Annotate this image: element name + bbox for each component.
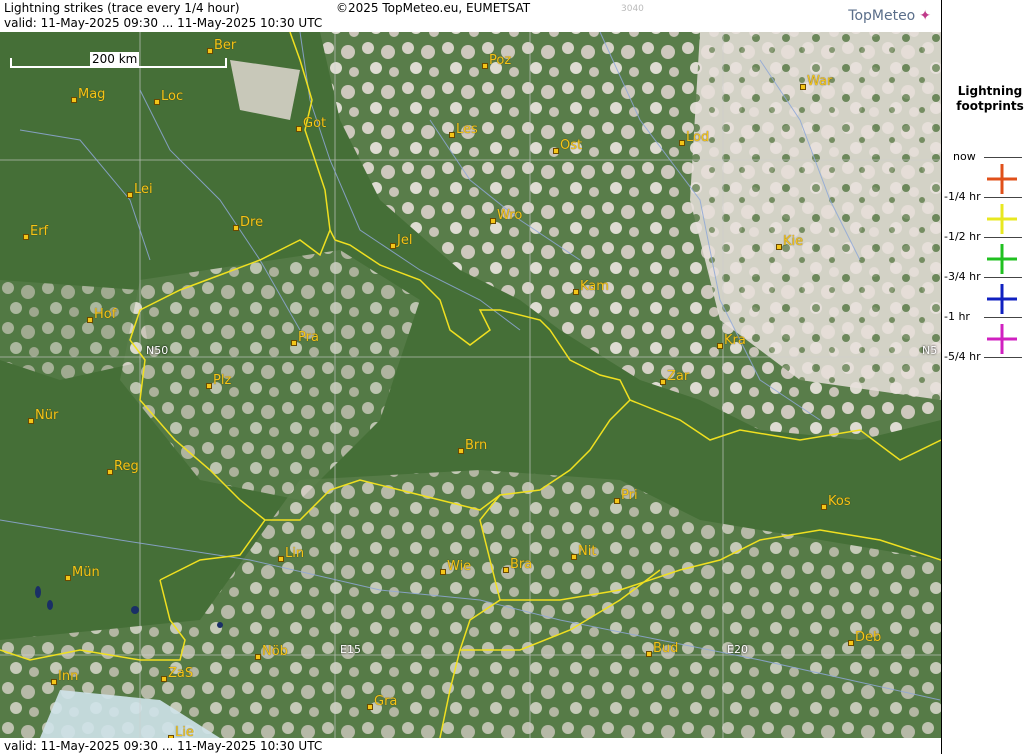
legend-tick (984, 197, 1022, 198)
city-label: Wie (440, 559, 471, 575)
city-label: Les (449, 122, 478, 138)
grid-label-e20: E20 (727, 643, 748, 656)
city-label: Wro (490, 208, 522, 224)
legend-tick (984, 237, 1022, 238)
satellite-map: Ber Poz War Mag Loc Got Les Lod Ost Lei … (0, 0, 941, 754)
map-header: Lightning strikes (trace every 1/4 hour)… (0, 0, 941, 32)
city-label: Erf (23, 224, 48, 240)
topmeteo-logo: TopMeteo ✦ (848, 8, 931, 24)
legend-tick (984, 317, 1022, 318)
city-label: Mag (71, 87, 105, 103)
city-label: Gra (367, 694, 397, 710)
city-label: Kra (717, 333, 746, 349)
city-label: Loc (154, 89, 183, 105)
lightning-legend: Lightning footprints now -1/4 hr -1/2 hr… (941, 0, 1033, 754)
header-valid: valid: 11-May-2025 09:30 ... 11-May-2025… (4, 16, 323, 30)
header-title: Lightning strikes (trace every 1/4 hour) (4, 1, 240, 15)
city-label: Lei (127, 182, 153, 198)
city-label: Pri (614, 488, 638, 504)
city-label: Bud (646, 641, 678, 657)
city-label: Kie (776, 234, 803, 250)
city-label: Kam (573, 279, 609, 295)
compass-icon: ✦ (919, 8, 931, 24)
cross-icon-green (987, 244, 1017, 274)
city-label: Got (296, 116, 326, 132)
grid-label-n50: N50 (146, 344, 169, 357)
legend-label: -1 hr (944, 310, 970, 323)
legend-tick (984, 157, 1022, 158)
city-label: War (800, 74, 832, 90)
city-label: Jel (390, 233, 412, 249)
city-label: Reg (107, 459, 139, 475)
city-label: Hof (87, 307, 116, 323)
city-label: Mün (65, 565, 100, 581)
footer-valid: valid: 11-May-2025 09:30 ... 11-May-2025… (4, 739, 323, 753)
city-label: Nöb (255, 644, 288, 660)
city-label: Ber (207, 38, 236, 54)
city-label: Brn (458, 438, 487, 454)
legend-label: -5/4 hr (944, 350, 981, 363)
city-label: Deb (848, 630, 881, 646)
grid-label-e15: E15 (340, 643, 361, 656)
map-footer: valid: 11-May-2025 09:30 ... 11-May-2025… (0, 738, 941, 754)
city-label: Inn (51, 669, 78, 685)
city-label: Nit (571, 544, 596, 560)
city-label: Dre (233, 215, 263, 231)
legend-label: -3/4 hr (944, 270, 981, 283)
city-label: Plz (206, 373, 231, 389)
city-label: ZaS (161, 666, 193, 682)
city-label: Ost (553, 138, 582, 154)
city-label: Zar (660, 369, 689, 385)
city-label: Nür (28, 408, 58, 424)
header-copyright: ©2025 TopMeteo.eu, EUMETSAT (336, 1, 531, 15)
city-label: Poz (482, 53, 511, 69)
legend-label: -1/2 hr (944, 230, 981, 243)
header-code: 3040 (621, 4, 644, 14)
city-label: Lin (278, 546, 304, 562)
city-label: Bra (503, 557, 532, 573)
city-label: Pra (291, 330, 319, 346)
legend-tick (984, 357, 1022, 358)
grid-label-n5: N5 (922, 344, 938, 357)
cross-icon-yellow (987, 204, 1017, 234)
scale-bar: 200 km (10, 52, 227, 68)
legend-title: Lightning footprints (956, 84, 1024, 113)
city-label: Lod (679, 130, 709, 146)
cross-icon-orange (987, 164, 1017, 194)
cross-icon-blue (987, 284, 1017, 314)
map-canvas (0, 0, 941, 754)
legend-label-now: now (953, 150, 976, 163)
city-label: Kos (821, 494, 851, 510)
cross-icon-magenta (987, 324, 1017, 354)
scale-label: 200 km (90, 52, 140, 66)
legend-label: -1/4 hr (944, 190, 981, 203)
legend-tick (984, 277, 1022, 278)
